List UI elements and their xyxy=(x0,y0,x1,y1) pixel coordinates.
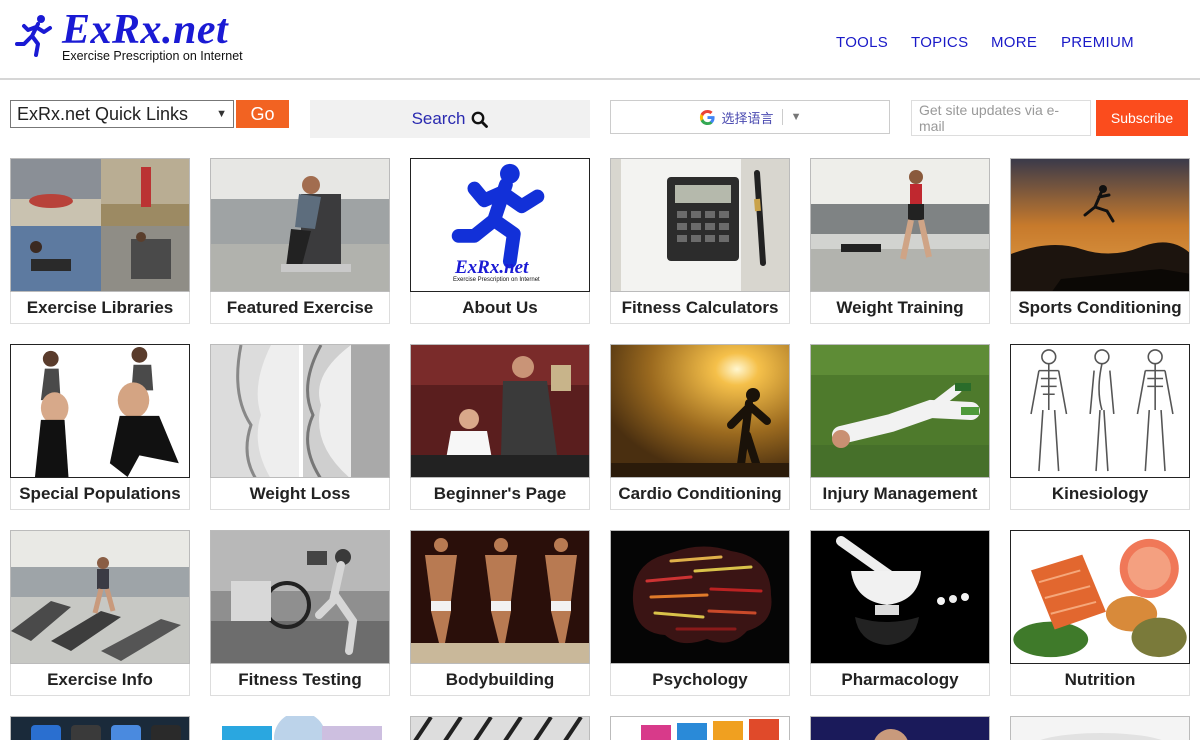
logo-title: ExRx.net xyxy=(62,7,229,53)
tile-sports-conditioning[interactable]: Sports Conditioning xyxy=(1010,158,1190,324)
sports-conditioning-image xyxy=(1010,158,1190,292)
tile-bodybuilding[interactable]: Bodybuilding xyxy=(410,530,590,696)
language-select[interactable]: 选择语言 ▼ xyxy=(610,100,890,134)
cardio-conditioning-image xyxy=(610,344,790,478)
tile-label: Sports Conditioning xyxy=(1010,292,1190,324)
nav-topics[interactable]: TOPICS xyxy=(911,34,968,51)
tile-psychology[interactable]: Psychology xyxy=(610,530,790,696)
language-label: 选择语言 xyxy=(721,110,774,126)
tile-label: Featured Exercise xyxy=(210,292,390,324)
tile-image xyxy=(610,716,790,740)
subscribe-button[interactable]: Subscribe xyxy=(1096,100,1188,136)
tile-beginners-page[interactable]: Beginner's Page xyxy=(410,344,590,510)
fitness-calculators-image xyxy=(610,158,790,292)
tile-label: Cardio Conditioning xyxy=(610,478,790,510)
tile-row4-3[interactable] xyxy=(410,716,590,740)
go-button[interactable]: Go xyxy=(236,100,289,128)
tile-label: Beginner's Page xyxy=(410,478,590,510)
tile-special-populations[interactable]: Special Populations xyxy=(10,344,190,510)
search-label: Search xyxy=(411,109,466,128)
google-g-icon xyxy=(699,109,715,125)
tile-cardio-conditioning[interactable]: Cardio Conditioning xyxy=(610,344,790,510)
psychology-image xyxy=(610,530,790,664)
about-logo-subtitle: Exercise Prescription on Internet xyxy=(453,277,540,283)
nav-more[interactable]: MORE xyxy=(991,34,1037,51)
search-icon xyxy=(472,111,489,128)
logo-subtitle: Exercise Prescription on Internet xyxy=(62,49,243,63)
email-subscribe-input[interactable]: Get site updates via e-mail xyxy=(911,100,1091,136)
nav-tools[interactable]: TOOLS xyxy=(836,34,888,51)
tile-row4-6[interactable] xyxy=(1010,716,1190,740)
separator xyxy=(781,109,783,125)
tile-nutrition[interactable]: Nutrition xyxy=(1010,530,1190,696)
tile-label: Exercise Libraries xyxy=(10,292,190,324)
tile-image xyxy=(210,716,390,740)
about-us-image: ExRx.net Exercise Prescription on Intern… xyxy=(410,158,590,292)
tile-weight-loss[interactable]: Weight Loss xyxy=(210,344,390,510)
tile-label: About Us xyxy=(410,292,590,324)
fitness-testing-image xyxy=(210,530,390,664)
tile-image xyxy=(810,716,990,740)
search-button[interactable]: Search xyxy=(310,100,590,138)
tile-image xyxy=(10,716,190,740)
quick-links-value: ExRx.net Quick Links xyxy=(17,103,189,124)
site-header: ExRx.net Exercise Prescription on Intern… xyxy=(0,0,1200,80)
kinesiology-image xyxy=(1010,344,1190,478)
tile-featured-exercise[interactable]: Featured Exercise xyxy=(210,158,390,324)
tile-exercise-info[interactable]: Exercise Info xyxy=(10,530,190,696)
tile-fitness-calculators[interactable]: Fitness Calculators xyxy=(610,158,790,324)
tile-exercise-libraries[interactable]: Exercise Libraries xyxy=(10,158,190,324)
tile-weight-training[interactable]: Weight Training xyxy=(810,158,990,324)
tile-label: Fitness Calculators xyxy=(610,292,790,324)
bodybuilding-image xyxy=(410,530,590,664)
tile-label: Weight Training xyxy=(810,292,990,324)
weight-training-image xyxy=(810,158,990,292)
tile-row4-1[interactable] xyxy=(10,716,190,740)
pharmacology-image xyxy=(810,530,990,664)
tile-image xyxy=(1010,716,1190,740)
tile-about-us[interactable]: ExRx.net Exercise Prescription on Intern… xyxy=(410,158,590,324)
nav-premium[interactable]: PREMIUM xyxy=(1061,34,1134,51)
exercise-libraries-image xyxy=(10,158,190,292)
tile-label: Pharmacology xyxy=(810,664,990,696)
about-logo-title: ExRx.net xyxy=(455,257,529,278)
chevron-down-icon: ▼ xyxy=(790,111,802,123)
tile-label: Bodybuilding xyxy=(410,664,590,696)
chevron-down-icon: ▼ xyxy=(216,108,227,120)
nutrition-image xyxy=(1010,530,1190,664)
tile-row4-2[interactable] xyxy=(210,716,390,740)
tile-label: Kinesiology xyxy=(1010,478,1190,510)
beginners-page-image xyxy=(410,344,590,478)
tile-label: Special Populations xyxy=(10,478,190,510)
tile-label: Psychology xyxy=(610,664,790,696)
tile-kinesiology[interactable]: Kinesiology xyxy=(1010,344,1190,510)
special-populations-image xyxy=(10,344,190,478)
tile-label: Exercise Info xyxy=(10,664,190,696)
tile-row4-5[interactable] xyxy=(810,716,990,740)
tile-pharmacology[interactable]: Pharmacology xyxy=(810,530,990,696)
tile-injury-management[interactable]: Injury Management xyxy=(810,344,990,510)
quick-links-select[interactable]: ExRx.net Quick Links ▼ xyxy=(10,100,234,128)
tile-image xyxy=(410,716,590,740)
exercise-info-image xyxy=(10,530,190,664)
tile-label: Weight Loss xyxy=(210,478,390,510)
tile-label: Nutrition xyxy=(1010,664,1190,696)
site-logo[interactable]: ExRx.net Exercise Prescription on Intern… xyxy=(12,7,272,70)
injury-management-image xyxy=(810,344,990,478)
tile-label: Fitness Testing xyxy=(210,664,390,696)
runner-logo-icon xyxy=(15,15,52,57)
tile-fitness-testing[interactable]: Fitness Testing xyxy=(210,530,390,696)
tile-label: Injury Management xyxy=(810,478,990,510)
tile-row4-4[interactable] xyxy=(610,716,790,740)
featured-exercise-image xyxy=(210,158,390,292)
weight-loss-image xyxy=(210,344,390,478)
